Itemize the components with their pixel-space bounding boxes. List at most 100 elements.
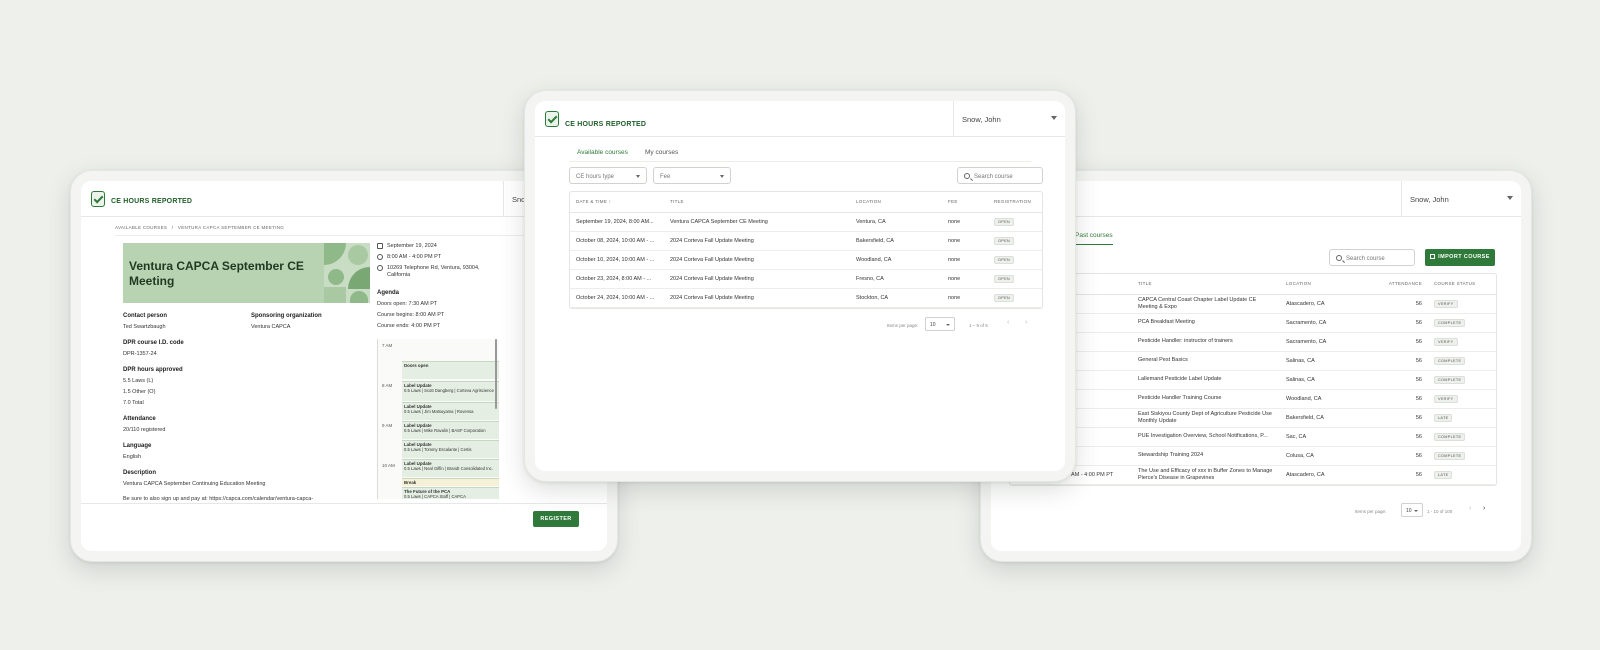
table-row[interactable]: M - 4:00 PM PTPCA Breakfast MeetingSacra… xyxy=(1010,313,1496,333)
table-cell: Sac, CA xyxy=(1280,427,1372,447)
table-cell: VERIFY xyxy=(1428,389,1496,409)
description-link[interactable]: Be sure to also sign up and pay at: http… xyxy=(123,496,313,502)
column-attendance[interactable]: ATTENDANCE xyxy=(1372,274,1428,295)
column-title[interactable]: TITLE xyxy=(664,192,850,213)
table-row[interactable]: September 19, 2024, 8:00 AM... Ventura CA… xyxy=(570,212,1042,232)
schedule-event[interactable]: Label Update 0.5 Laws | Tommy Escalante |… xyxy=(402,440,499,458)
status-badge: LATE xyxy=(1434,413,1453,422)
schedule-hour-7am: 7 AM xyxy=(382,343,393,348)
table-row[interactable]: October 08, 2024, 10:00 AM - ... 2024 Cor… xyxy=(570,231,1042,251)
tab-past-courses[interactable]: Past courses xyxy=(1075,232,1113,245)
ce-hours-type-select[interactable]: CE hours type xyxy=(569,167,647,184)
table-row[interactable]: October 23, 2024, 8:00 AM - ... 2024 Cort… xyxy=(570,269,1042,289)
table-cell: East Siskiyou County Dept of Agriculture… xyxy=(1132,408,1280,428)
table-row[interactable]: August 31, 2024, 7:00 AM - 4:00 PM PTThe… xyxy=(1010,465,1496,485)
cell-text: Sacramento, CA xyxy=(1286,319,1327,326)
event-title: Doors open xyxy=(404,363,429,368)
schedule-event[interactable]: The Future of the PCA 0.5 Laws | CAPCA St… xyxy=(402,487,499,499)
user-menu[interactable]: Snow, John xyxy=(1401,181,1521,217)
status-badge: COMPLETE xyxy=(1434,318,1466,327)
column-registration[interactable]: REGISTRATION xyxy=(988,192,1042,213)
cell-text: 56 xyxy=(1415,471,1422,478)
status-badge: COMPLETE xyxy=(1434,356,1466,365)
cell-text: September 19, 2024, 8:00 AM... xyxy=(576,218,654,225)
schedule-event[interactable]: Label Update 0.5 Laws | Neal Giffin | Bra… xyxy=(402,459,499,477)
schedule-event[interactable]: Doors open xyxy=(402,361,499,379)
tab-my-courses[interactable]: My courses xyxy=(645,149,678,161)
prev-page-icon[interactable]: ‹ xyxy=(1469,505,1471,512)
column-title[interactable]: TITLE xyxy=(1132,274,1280,295)
table-row[interactable]: October 24, 2024, 10:00 AM - ... 2024 Cor… xyxy=(570,288,1042,308)
breadcrumb-separator: / xyxy=(171,225,174,230)
column-location[interactable]: LOCATION xyxy=(850,192,942,213)
user-menu[interactable]: Snow, John xyxy=(953,101,1065,137)
calendar-icon xyxy=(377,243,383,249)
table-row[interactable]: M - 4:00 PM PTPesticide Handler Training… xyxy=(1010,389,1496,409)
table-cell: none xyxy=(942,231,988,251)
course-title: Ventura CAPCA September CE Meeting xyxy=(129,259,304,288)
search-input[interactable]: Search course xyxy=(957,167,1043,184)
table-cell: OPEN xyxy=(988,269,1042,289)
table-cell: PUE Investigation Overview, School Notif… xyxy=(1132,427,1280,447)
schedule-scrollbar[interactable] xyxy=(495,339,497,409)
cell-text: General Pest Basics xyxy=(1138,357,1188,364)
schedule-event[interactable]: Label Update 0.5 Laws | Scott Dangberg | … xyxy=(402,381,499,401)
hours-laws: 5.5 Laws (L) xyxy=(123,378,154,384)
available-courses-screen: CE HOURS REPORTED Snow, John Available c… xyxy=(535,101,1065,471)
breadcrumb-root[interactable]: AVAILABLE COURSES xyxy=(115,225,167,230)
table-row[interactable]: October 10, 2024, 10:00 AM - ... 2024 Cor… xyxy=(570,250,1042,270)
fee-select[interactable]: Fee xyxy=(653,167,731,184)
table-row[interactable]: M - 4:00 PM PTLallemand Pesticide Label … xyxy=(1010,370,1496,390)
table-cell: Stewardship Training 2024 xyxy=(1132,446,1280,466)
table-row[interactable]: M - 4:00 PM PTEast Siskiyou County Dept … xyxy=(1010,408,1496,428)
table-row[interactable]: M - 4:00 PM PTPUE Investigation Overview… xyxy=(1010,427,1496,447)
schedule-break[interactable]: Break xyxy=(402,478,499,486)
cell-text: October 23, 2024, 8:00 AM - ... xyxy=(576,275,652,282)
event-sub: 0.5 Laws | Jim Matsuyama | Rovensa xyxy=(404,409,474,414)
import-course-button[interactable]: IMPORT COURSE xyxy=(1425,249,1495,266)
table-row[interactable]: M - 4:00 PM PTCAPCA Central Coast Chapte… xyxy=(1010,294,1496,314)
cell-text: Salinas, CA xyxy=(1286,357,1315,364)
fee-label: Fee xyxy=(660,174,671,180)
course-banner: Ventura CAPCA September CE Meeting xyxy=(123,243,370,303)
table-cell: 56 xyxy=(1372,389,1428,409)
table-cell: Woodland, CA xyxy=(1280,389,1372,409)
pagination-range: 1 - 10 of 100 xyxy=(1427,509,1453,514)
status-badge: VERIFY xyxy=(1434,394,1458,403)
import-icon xyxy=(1430,254,1436,259)
schedule-event[interactable]: Label Update 0.5 Laws | Jim Matsuyama | R… xyxy=(402,402,499,420)
column-date-time[interactable]: DATE & TIME ↑ xyxy=(570,192,664,213)
cell-text: East Siskiyou County Dept of Agriculture… xyxy=(1138,411,1272,424)
cell-text: Sac, CA xyxy=(1286,433,1307,440)
search-input[interactable]: Search course xyxy=(1329,249,1415,266)
table-row[interactable]: M - 4:00 PM PTGeneral Pest BasicsSalinas… xyxy=(1010,351,1496,371)
next-page-icon[interactable]: › xyxy=(1483,505,1485,512)
table-row[interactable]: M - 4:00 PM PTPesticide Handler: instruc… xyxy=(1010,332,1496,352)
table-cell: September 19, 2024, 8:00 AM... xyxy=(570,212,664,232)
cell-text: 2024 Corteva Fall Update Meeting xyxy=(670,256,754,263)
cell-text: Woodland, CA xyxy=(1286,395,1322,402)
table-row[interactable]: M - 4:00 PM PTStewardship Training 2024C… xyxy=(1010,446,1496,466)
table-cell: Woodland, CA xyxy=(850,250,942,270)
prev-page-icon[interactable]: ‹ xyxy=(1007,319,1009,326)
schedule-event[interactable]: Label Update 0.5 Laws | Mike Ravalin | BA… xyxy=(402,421,499,439)
cell-text: Fresno, CA xyxy=(856,275,884,282)
dpr-hours-label: DPR hours approved xyxy=(123,367,183,373)
column-course-status[interactable]: COURSE STATUS xyxy=(1428,274,1496,295)
dpr-code-value: DPR-1357-24 xyxy=(123,351,157,357)
column-location[interactable]: LOCATION xyxy=(1280,274,1372,295)
column-fee[interactable]: FEE xyxy=(942,192,988,213)
items-per-page-select[interactable]: 10 xyxy=(925,317,955,331)
cell-text: none xyxy=(948,218,961,225)
agenda-course-begins: Course begins: 8:00 AM PT xyxy=(377,312,445,318)
next-page-icon[interactable]: › xyxy=(1025,319,1027,326)
status-badge: COMPLETE xyxy=(1434,451,1466,460)
table-cell: COMPLETE xyxy=(1428,313,1496,333)
cell-text: Stewardship Training 2024 xyxy=(1138,452,1204,459)
chevron-down-icon xyxy=(720,175,724,178)
table-cell: 2024 Corteva Fall Update Meeting xyxy=(664,231,850,251)
cell-text: Sacramento, CA xyxy=(1286,338,1327,345)
items-per-page-select[interactable]: 10 xyxy=(1401,503,1423,517)
register-button[interactable]: REGISTER xyxy=(533,511,579,527)
table-cell: Stockton, CA xyxy=(850,288,942,308)
